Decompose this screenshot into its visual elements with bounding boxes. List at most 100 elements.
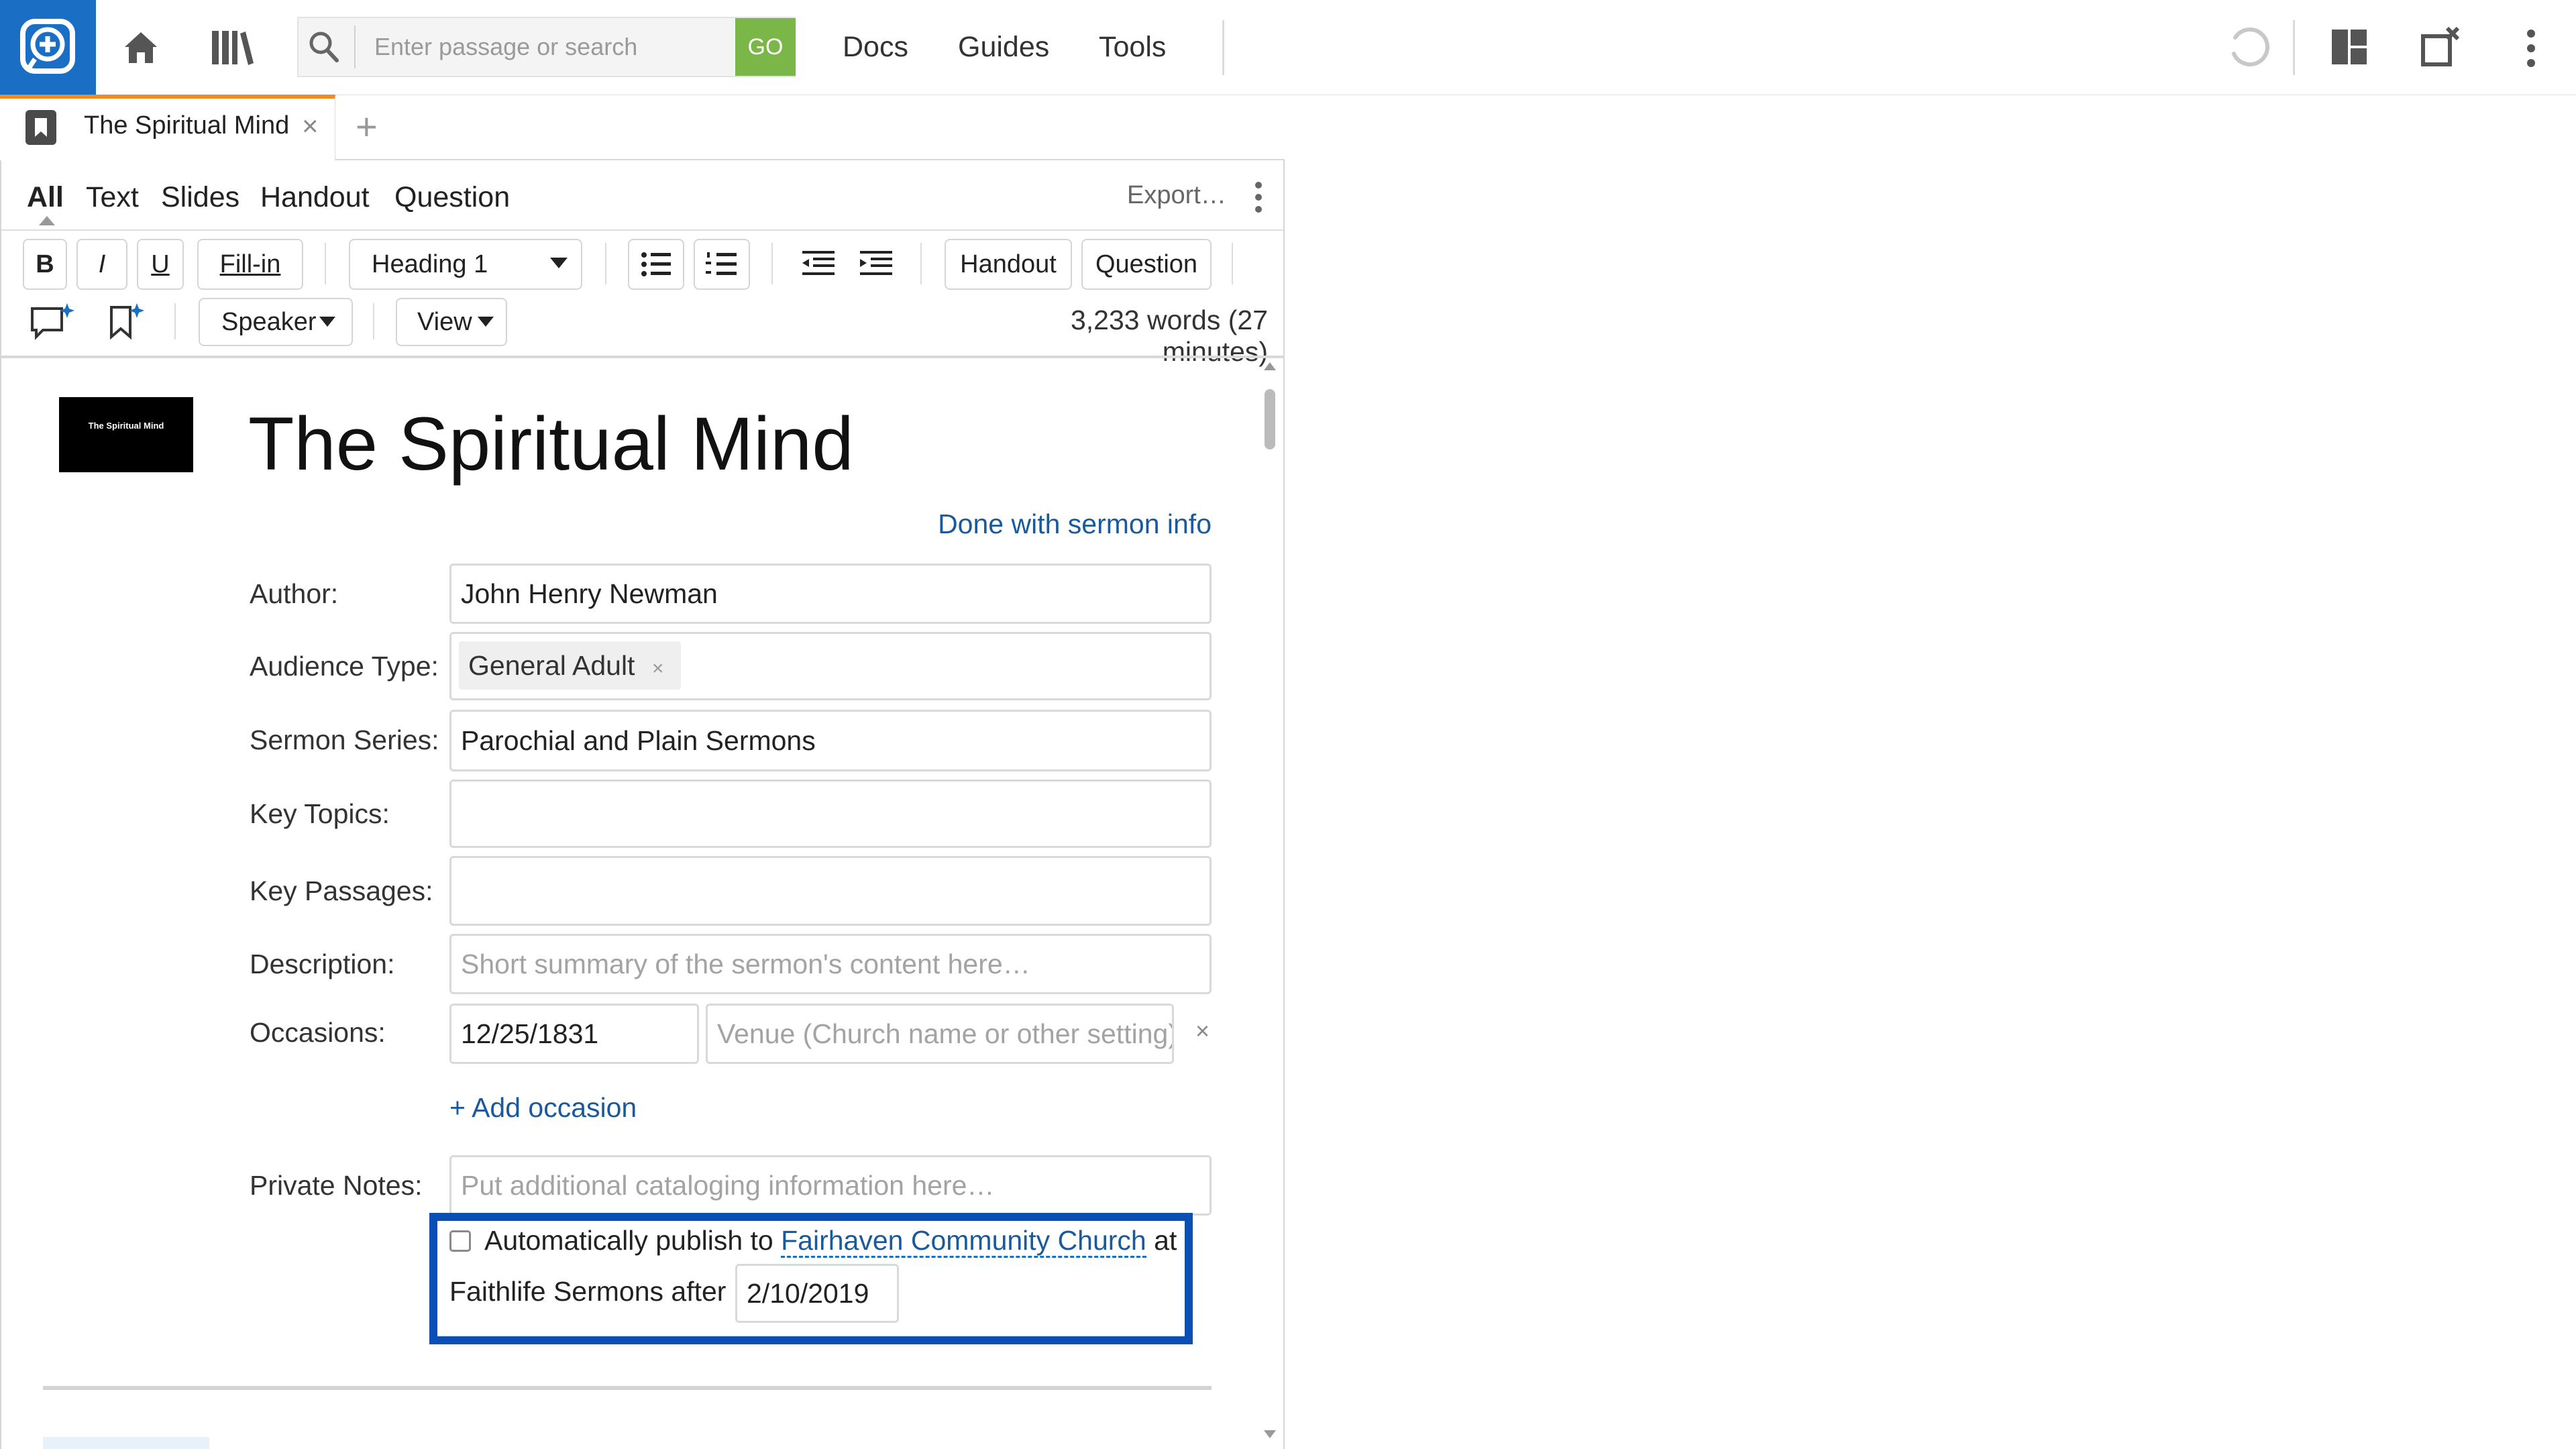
toolbar-divider bbox=[174, 303, 176, 339]
bulleted-list-button[interactable] bbox=[628, 239, 684, 290]
paragraph-style-value: Heading 1 bbox=[372, 250, 488, 278]
vertical-dots-icon bbox=[2527, 30, 2535, 67]
occasion-venue-field[interactable] bbox=[706, 1004, 1174, 1064]
menu-tools[interactable]: Tools bbox=[1099, 0, 1166, 95]
sync-status[interactable] bbox=[2229, 25, 2271, 68]
chevron-down-icon bbox=[478, 317, 494, 327]
content-scrollbar[interactable] bbox=[1258, 362, 1281, 1449]
numbered-list-button[interactable] bbox=[694, 239, 750, 290]
auto-publish-checkbox[interactable] bbox=[449, 1230, 471, 1252]
underline-button[interactable]: U bbox=[137, 239, 184, 290]
layout-grid-icon bbox=[2332, 30, 2367, 64]
church-selector-link[interactable]: Fairhaven Community Church bbox=[781, 1225, 1146, 1258]
thumbnail-title: The Spiritual Mind bbox=[88, 421, 164, 431]
auto-publish-suffix: at bbox=[1154, 1225, 1177, 1256]
author-field[interactable]: John Henry Newman bbox=[449, 564, 1212, 624]
bold-button[interactable]: B bbox=[23, 239, 67, 290]
key-passages-label: Key Passages: bbox=[250, 875, 433, 906]
done-with-sermon-info-link[interactable]: Done with sermon info bbox=[872, 508, 1212, 540]
auto-publish-prefix: Automatically publish to bbox=[484, 1225, 773, 1256]
menu-docs[interactable]: Docs bbox=[843, 0, 908, 95]
toolbar-divider bbox=[605, 243, 606, 284]
occasions-label: Occasions: bbox=[250, 1017, 386, 1048]
toolbar-divider bbox=[920, 243, 922, 284]
description-field[interactable] bbox=[449, 934, 1212, 994]
toolbar-divider bbox=[771, 243, 773, 284]
vertical-dots-icon bbox=[1255, 182, 1262, 213]
tab-title: The Spiritual Mind bbox=[84, 111, 290, 140]
audience-tag-label: General Adult bbox=[468, 650, 635, 681]
add-occasion-link[interactable]: + Add occasion bbox=[449, 1092, 637, 1124]
chevron-down-icon bbox=[550, 258, 568, 268]
app-logo-button[interactable] bbox=[0, 0, 96, 95]
audience-tag: General Adult × bbox=[459, 641, 682, 690]
logos-logo-icon bbox=[20, 19, 75, 74]
sermon-title[interactable]: The Spiritual Mind bbox=[248, 397, 854, 491]
new-tab-button[interactable]: + bbox=[356, 105, 378, 148]
author-label: Author: bbox=[250, 578, 339, 609]
paragraph-style-select[interactable]: Heading 1 bbox=[349, 239, 582, 290]
indent-button[interactable] bbox=[856, 243, 896, 283]
mode-tabs-divider bbox=[1, 229, 1283, 231]
mode-tab-all[interactable]: All bbox=[27, 176, 64, 219]
bookmark-button[interactable] bbox=[106, 301, 146, 342]
scroll-up-arrow[interactable] bbox=[1264, 362, 1276, 370]
remove-tag-icon[interactable]: × bbox=[652, 657, 664, 680]
mode-tab-handout[interactable]: Handout bbox=[260, 176, 370, 219]
close-tab-icon[interactable]: × bbox=[302, 110, 319, 142]
sync-spinner-icon bbox=[2232, 27, 2269, 66]
close-panels-button[interactable] bbox=[2419, 25, 2462, 68]
home-icon bbox=[125, 32, 157, 63]
more-options-button[interactable] bbox=[2521, 28, 2541, 68]
bookmark-sparkle-icon bbox=[110, 303, 144, 340]
handout-button[interactable]: Handout bbox=[945, 239, 1072, 290]
occasion-date-field[interactable]: 12/25/1831 bbox=[449, 1004, 699, 1064]
scroll-thumb[interactable] bbox=[1265, 389, 1275, 449]
add-comment-button[interactable] bbox=[28, 301, 76, 342]
numbered-list-icon bbox=[706, 252, 737, 275]
key-topics-field[interactable] bbox=[449, 780, 1212, 848]
toolbar-divider bbox=[1, 356, 1283, 358]
key-topics-label: Key Topics: bbox=[250, 798, 390, 829]
menu-divider bbox=[1222, 20, 1224, 75]
sermon-series-field[interactable]: Parochial and Plain Sermons bbox=[449, 710, 1212, 771]
auto-publish-line2: Faithlife Sermons after bbox=[449, 1276, 727, 1307]
view-label: View bbox=[417, 308, 472, 336]
layouts-button[interactable] bbox=[2330, 28, 2368, 66]
question-button[interactable]: Question bbox=[1081, 239, 1212, 290]
key-passages-field[interactable] bbox=[449, 856, 1212, 926]
private-notes-field[interactable] bbox=[449, 1155, 1212, 1216]
editor-menu-button[interactable] bbox=[1252, 181, 1265, 213]
library-books-icon bbox=[212, 31, 254, 65]
outdent-button[interactable] bbox=[798, 243, 839, 283]
publish-date-field[interactable]: 2/10/2019 bbox=[735, 1264, 899, 1323]
passage-search-input[interactable] bbox=[356, 18, 731, 76]
mode-tab-text[interactable]: Text bbox=[86, 176, 139, 219]
section-divider bbox=[43, 1386, 1212, 1390]
auto-publish-text: Automatically publish to Fairhaven Commu… bbox=[484, 1225, 1177, 1258]
remove-occasion-icon[interactable]: × bbox=[1195, 1017, 1210, 1045]
fillin-button[interactable]: Fill-in bbox=[197, 239, 303, 290]
audience-type-label: Audience Type: bbox=[250, 651, 439, 682]
italic-button[interactable]: I bbox=[76, 239, 127, 290]
toolbar-divider bbox=[373, 303, 374, 339]
panel-close-icon bbox=[2421, 26, 2460, 66]
private-notes-label: Private Notes: bbox=[250, 1170, 423, 1201]
toolbar-divider bbox=[1232, 243, 1233, 284]
mode-tab-question[interactable]: Question bbox=[394, 176, 510, 219]
menu-guides[interactable]: Guides bbox=[958, 0, 1049, 95]
export-button[interactable]: Export… bbox=[1127, 181, 1226, 210]
sermon-series-label: Sermon Series: bbox=[250, 724, 439, 755]
mode-tab-slides[interactable]: Slides bbox=[161, 176, 239, 219]
comment-sparkle-icon bbox=[31, 303, 74, 340]
home-button[interactable] bbox=[121, 27, 161, 67]
go-button[interactable]: GO bbox=[735, 18, 796, 76]
scroll-down-arrow[interactable] bbox=[1264, 1430, 1276, 1438]
search-icon bbox=[307, 30, 341, 64]
next-section-hint bbox=[43, 1437, 209, 1449]
library-button[interactable] bbox=[211, 28, 255, 66]
sermon-thumbnail[interactable]: The Spiritual Mind bbox=[59, 397, 193, 472]
speaker-label: Speaker bbox=[221, 308, 317, 336]
indent-icon bbox=[860, 251, 892, 275]
bulleted-list-icon bbox=[641, 252, 671, 276]
